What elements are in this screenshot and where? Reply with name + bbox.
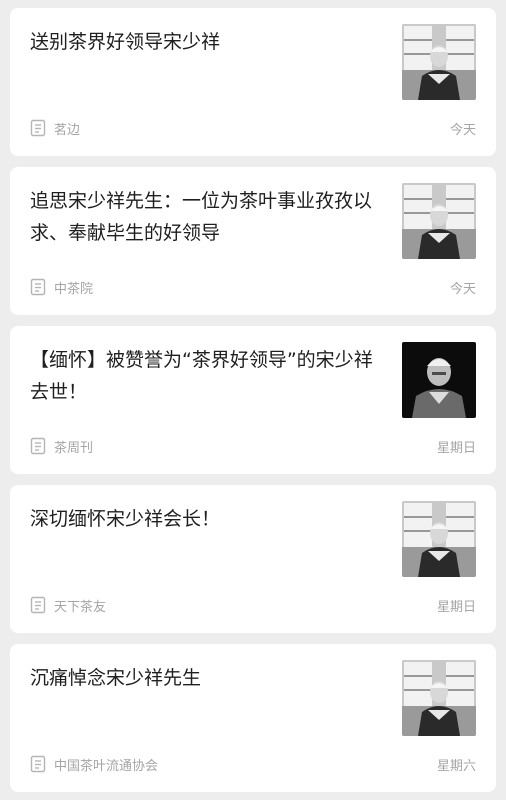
article-card[interactable]: 追思宋少祥先生：一位为茶叶事业孜孜以求、奉献毕生的好领导 中茶院 今天 bbox=[10, 167, 496, 315]
article-meta: 茶周刊 星期日 bbox=[30, 436, 476, 456]
article-title[interactable]: 【缅怀】被赞誉为“茶界好领导”的宋少祥去世！ bbox=[30, 344, 386, 408]
article-card[interactable]: 【缅怀】被赞誉为“茶界好领导”的宋少祥去世！ 茶周刊 星期日 bbox=[10, 326, 496, 474]
article-date: 星期日 bbox=[436, 599, 476, 615]
portrait-thumbnail-image bbox=[402, 501, 476, 577]
article-thumbnail[interactable] bbox=[402, 660, 476, 736]
article-thumbnail[interactable] bbox=[402, 342, 476, 418]
portrait-thumbnail-image bbox=[402, 660, 476, 736]
article-source[interactable]: 茶周刊 bbox=[54, 437, 437, 456]
portrait-thumbnail-image bbox=[402, 342, 476, 418]
article-card[interactable]: 送别茶界好领导宋少祥 茗边 今天 bbox=[10, 8, 496, 156]
portrait-thumbnail-image bbox=[402, 24, 476, 100]
article-source[interactable]: 中国茶叶流通协会 bbox=[54, 755, 437, 774]
article-title[interactable]: 深切缅怀宋少祥会长！ bbox=[30, 503, 386, 535]
article-source[interactable]: 中茶院 bbox=[54, 278, 450, 297]
document-icon bbox=[30, 596, 46, 614]
article-title[interactable]: 送别茶界好领导宋少祥 bbox=[30, 26, 386, 58]
document-icon bbox=[30, 437, 46, 455]
article-thumbnail[interactable] bbox=[402, 501, 476, 577]
article-title[interactable]: 沉痛悼念宋少祥先生 bbox=[30, 662, 386, 694]
article-meta: 中国茶叶流通协会 星期六 bbox=[30, 754, 476, 774]
document-icon bbox=[30, 755, 46, 773]
article-thumbnail[interactable] bbox=[402, 183, 476, 259]
article-thumbnail[interactable] bbox=[402, 24, 476, 100]
article-meta: 天下茶友 星期日 bbox=[30, 595, 476, 615]
article-card[interactable]: 沉痛悼念宋少祥先生 中国茶叶流通协会 星期六 bbox=[10, 644, 496, 792]
portrait-thumbnail-image bbox=[402, 183, 476, 259]
article-date: 星期六 bbox=[436, 758, 476, 774]
article-date: 今天 bbox=[449, 122, 476, 138]
article-source[interactable]: 茗边 bbox=[54, 119, 450, 138]
article-feed: 送别茶界好领导宋少祥 茗边 今天 追思宋少祥先生：一位为茶叶事业孜孜以求、奉献毕… bbox=[0, 0, 506, 800]
article-source[interactable]: 天下茶友 bbox=[54, 596, 437, 615]
article-date: 今天 bbox=[449, 281, 476, 297]
article-meta: 茗边 今天 bbox=[30, 118, 476, 138]
article-title[interactable]: 追思宋少祥先生：一位为茶叶事业孜孜以求、奉献毕生的好领导 bbox=[30, 185, 386, 249]
article-meta: 中茶院 今天 bbox=[30, 277, 476, 297]
document-icon bbox=[30, 278, 46, 296]
document-icon bbox=[30, 119, 46, 137]
article-date: 星期日 bbox=[436, 440, 476, 456]
article-card[interactable]: 深切缅怀宋少祥会长！ 天下茶友 星期日 bbox=[10, 485, 496, 633]
